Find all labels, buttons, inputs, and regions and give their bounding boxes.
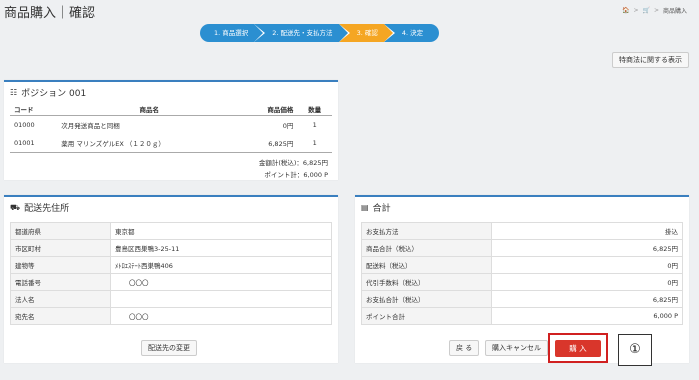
table-row: 建物等 ﾒﾄﾛｴｽﾃｰﾄ西巣鴨406 <box>10 256 332 274</box>
field-label: 商品合計（税込） <box>361 239 492 257</box>
item-code: 01001 <box>10 134 58 153</box>
field-label: 宛先名 <box>10 307 111 325</box>
item-qty: 1 <box>297 134 332 153</box>
field-label: 電話番号 <box>10 273 111 291</box>
table-row: 01000 次月発送商品と同梱 0円 1 <box>10 116 332 135</box>
table-row: お支払合計（税込） 6,825円 <box>361 290 683 308</box>
item-name: 次月発送商品と同梱 <box>61 122 120 130</box>
field-label: お支払方法 <box>361 222 492 240</box>
total-points: ポイント計：6,000 P <box>264 171 328 179</box>
sitemap-icon: ☷ <box>10 88 18 97</box>
change-address-button[interactable]: 配送先の変更 <box>141 340 197 356</box>
position-totals: 金額計(税込)：6,825円 ポイント計：6,000 P <box>4 157 338 181</box>
field-label: 代引手数料（税込） <box>361 273 492 291</box>
item-price: 6,825円 <box>241 134 298 153</box>
item-code: 01000 <box>14 121 35 129</box>
field-value: 6,825円 <box>491 290 683 308</box>
panel-title: 配送先住所 <box>24 204 70 214</box>
back-button[interactable]: 戻 る <box>449 340 480 356</box>
field-label: 市区町村 <box>10 239 111 257</box>
table-row: ポイント合計 6,000 P <box>361 307 683 325</box>
step-1: 1. 商品選択 <box>200 24 266 42</box>
table-row: 都道府県 東京都 <box>10 222 332 240</box>
home-icon[interactable]: 🏠 <box>622 7 629 14</box>
table-row: 商品合計（税込） 6,825円 <box>361 239 683 257</box>
progress-steps: 1. 商品選択 2. 配送先・支払方法 3. 確認 4. 決定 <box>200 24 440 42</box>
cart-icon[interactable]: 🛒 <box>642 7 649 14</box>
field-label: 都道府県 <box>10 222 111 240</box>
total-amount: 金額計(税込)：6,825円 <box>258 159 328 167</box>
shipping-table: 都道府県 東京都 市区町村 豊島区西巣鴨3-25-11 建物等 ﾒﾄﾛｴｽﾃｰﾄ西巣鴨… <box>10 222 332 325</box>
item-price: 0円 <box>282 122 294 130</box>
field-label: お支払合計（税込） <box>361 290 492 308</box>
field-value: 豊島区西巣鴨3-25-11 <box>110 239 332 257</box>
field-label: 建物等 <box>10 256 111 274</box>
step-label: 1. 商品選択 <box>214 29 249 37</box>
table-row: お支払方法 掛込 <box>361 222 683 240</box>
breadcrumb-separator: > <box>633 7 639 14</box>
field-label: 配送料（税込） <box>361 256 492 274</box>
step-label: 2. 配送先・支払方法 <box>272 29 333 37</box>
panel-title: 合計 <box>372 204 391 214</box>
column-header: 数量 <box>297 103 332 116</box>
step-2: 2. 配送先・支払方法 <box>254 24 350 42</box>
field-value: 6,000 P <box>491 307 683 325</box>
breadcrumb: 🏠 > 🛒 > 商品購入 <box>622 6 687 15</box>
buy-button[interactable]: 購 入 <box>555 340 601 357</box>
item-qty: 1 <box>312 121 317 129</box>
table-row: 宛先名 〇〇〇 <box>10 307 332 325</box>
field-value: 0円 <box>491 273 683 291</box>
breadcrumb-current: 商品購入 <box>662 8 687 15</box>
step-label: 4. 決定 <box>401 29 424 37</box>
column-header: 商品価格 <box>241 103 298 116</box>
field-value: ﾒﾄﾛｴｽﾃｰﾄ西巣鴨406 <box>110 256 332 274</box>
cancel-purchase-button[interactable]: 購入キャンセル <box>485 340 548 356</box>
truck-icon: ⛟ <box>10 202 21 212</box>
table-row: 配送料（税込） 0円 <box>361 256 683 274</box>
table-row: 01001 薬用 マリンズゲルEX （１２０ｇ） 6,825円 1 <box>10 134 332 153</box>
commerce-law-button[interactable]: 特商法に関する表示 <box>612 52 689 68</box>
shipping-panel: ⛟ 配送先住所 都道府県 東京都 市区町村 豊島区西巣鴨3-25-11 建物等 ﾒﾄﾛ… <box>4 195 338 363</box>
field-value: 東京都 <box>110 222 332 240</box>
items-table: コード 商品名 商品価格 数量 01000 次月発送商品と同梱 0円 1 010… <box>10 103 332 153</box>
page-title: 商品購入｜確認 <box>4 6 96 21</box>
annotation-marker: ① <box>618 334 652 366</box>
step-label: 3. 確認 <box>356 29 378 37</box>
item-name: 薬用 マリンズゲルEX （１２０ｇ） <box>57 134 242 153</box>
total-table: お支払方法 掛込 商品合計（税込） 6,825円 配送料（税込） 0円 代引手数料（税… <box>361 222 683 325</box>
field-value: 〇〇〇 <box>110 307 332 325</box>
inbox-icon: ▤ <box>361 203 369 212</box>
field-value: 6,825円 <box>491 239 683 257</box>
position-panel: ☷ ポジション 001 コード 商品名 商品価格 数量 01000 次月発送商品… <box>4 80 338 180</box>
table-row: 代引手数料（税込） 0円 <box>361 273 683 291</box>
panel-title: ポジション 001 <box>21 89 87 99</box>
field-value <box>110 290 332 308</box>
column-header: コード <box>10 103 58 116</box>
field-label: ポイント合計 <box>361 307 492 325</box>
breadcrumb-separator: > <box>653 7 659 14</box>
field-label: 法人名 <box>10 290 111 308</box>
table-row: 電話番号 〇〇〇 <box>10 273 332 291</box>
field-value: 0円 <box>491 256 683 274</box>
field-value: 掛込 <box>491 222 683 240</box>
column-header: 商品名 <box>57 103 242 116</box>
table-row: 市区町村 豊島区西巣鴨3-25-11 <box>10 239 332 257</box>
field-value: 〇〇〇 <box>110 273 332 291</box>
buy-highlight-box: 購 入 <box>548 333 608 363</box>
table-row: 法人名 <box>10 290 332 308</box>
